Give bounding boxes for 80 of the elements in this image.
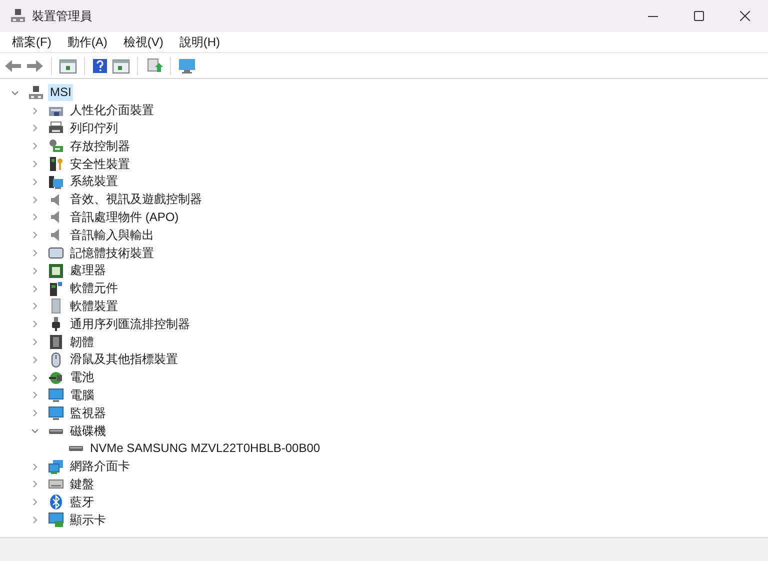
tree-item[interactable]: 列印佇列	[68, 120, 120, 137]
app-icon	[10, 8, 26, 24]
security-key-icon	[48, 156, 64, 172]
tree-item[interactable]: 通用序列匯流排控制器	[68, 316, 192, 333]
panel-icon[interactable]	[59, 58, 77, 74]
expand-chevron-icon[interactable]	[31, 462, 39, 471]
expand-chevron-icon[interactable]	[31, 249, 39, 258]
expand-chevron-icon[interactable]	[31, 391, 39, 400]
software-component-icon	[48, 280, 64, 297]
tree-item[interactable]: 記憶體技術裝置	[68, 244, 156, 262]
expand-chevron-icon[interactable]	[31, 124, 39, 132]
tree-item[interactable]: 音效、視訊及遊戲控制器	[68, 191, 204, 208]
expand-chevron-icon[interactable]	[31, 409, 39, 418]
monitor-icon[interactable]	[178, 58, 196, 74]
tree-item[interactable]: 網路介面卡	[68, 458, 132, 476]
computer-icon	[28, 84, 44, 101]
tree-item[interactable]: 鍵盤	[68, 476, 96, 493]
tree-item[interactable]: 存放控制器	[68, 138, 132, 155]
expand-chevron-icon[interactable]	[31, 338, 39, 346]
maximize-icon	[694, 11, 704, 21]
tree-item[interactable]: 電池	[68, 369, 96, 386]
expand-chevron-icon[interactable]	[31, 106, 39, 115]
tree-item[interactable]: 安全性裝置	[68, 156, 132, 173]
tree-item[interactable]: MSI	[48, 84, 74, 102]
bluetooth-icon	[48, 494, 64, 510]
tree-item[interactable]: 系統裝置	[68, 173, 120, 190]
disk-drive-icon	[69, 446, 83, 452]
expand-chevron-icon[interactable]	[31, 284, 39, 293]
monitor-icon	[48, 387, 64, 404]
expand-chevron-icon[interactable]	[31, 498, 39, 506]
close-icon	[740, 11, 750, 21]
expand-chevron-icon[interactable]	[31, 320, 39, 328]
collapse-chevron-icon[interactable]	[31, 427, 39, 436]
expand-chevron-icon[interactable]	[31, 516, 39, 524]
window-title: 裝置管理員	[32, 8, 92, 25]
tree-item[interactable]: 磁碟機	[68, 422, 108, 440]
update-driver-icon[interactable]	[145, 58, 163, 74]
processor-icon	[48, 262, 64, 279]
expand-chevron-icon[interactable]	[31, 356, 39, 364]
tree-item[interactable]: 人性化介面裝置	[68, 102, 156, 120]
tree-item[interactable]: 顯示卡	[68, 512, 108, 529]
menu-item[interactable]: 檢視(V)	[115, 32, 172, 52]
tree-item[interactable]: 滑鼠及其他指標裝置	[68, 351, 180, 368]
back-icon[interactable]	[4, 58, 22, 74]
firmware-chip-icon	[48, 334, 64, 350]
expand-chevron-icon[interactable]	[31, 196, 39, 204]
forward-icon[interactable]	[26, 58, 44, 74]
battery-plug-icon	[48, 370, 64, 386]
expand-chevron-icon[interactable]	[31, 142, 39, 150]
tree-item[interactable]: 藍牙	[68, 494, 96, 511]
expand-chevron-icon[interactable]	[31, 231, 39, 240]
expand-chevron-icon[interactable]	[31, 160, 39, 168]
memory-card-icon	[48, 245, 64, 262]
tree-item[interactable]: 軟體元件	[68, 280, 120, 298]
tree-item[interactable]: 軟體裝置	[68, 298, 120, 315]
expand-chevron-icon[interactable]	[31, 266, 39, 275]
disk-drive-icon	[49, 428, 63, 434]
expand-chevron-icon[interactable]	[31, 178, 39, 186]
monitor-icon	[48, 405, 64, 422]
expand-chevron-icon[interactable]	[31, 374, 39, 382]
tree-item[interactable]: 音訊處理物件 (APO)	[68, 208, 181, 226]
network-adapter-icon	[48, 458, 64, 475]
tree-item[interactable]: 監視器	[68, 404, 108, 422]
panel-icon[interactable]	[112, 58, 130, 74]
display-adapter-icon	[48, 512, 64, 528]
expand-chevron-icon[interactable]	[31, 213, 39, 222]
menu-item[interactable]: 動作(A)	[59, 32, 116, 52]
menu-item[interactable]: 說明(H)	[171, 32, 228, 52]
tree-item[interactable]: 處理器	[68, 262, 108, 280]
tree-item[interactable]: 電腦	[68, 386, 96, 404]
tree-item[interactable]: NVMe SAMSUNG MZVL22T0HBLB-00B00	[88, 440, 322, 458]
help-icon[interactable]	[92, 58, 108, 74]
collapse-chevron-icon[interactable]	[11, 88, 19, 97]
computer-icon	[48, 174, 64, 190]
expand-chevron-icon[interactable]	[31, 302, 39, 310]
expand-chevron-icon[interactable]	[31, 480, 39, 488]
storage-controller-icon	[48, 138, 64, 154]
menu-item[interactable]: 檔案(F)	[4, 32, 60, 52]
tree-item[interactable]: 韌體	[68, 334, 96, 351]
tree-item[interactable]: 音訊輸入與輸出	[68, 226, 156, 244]
